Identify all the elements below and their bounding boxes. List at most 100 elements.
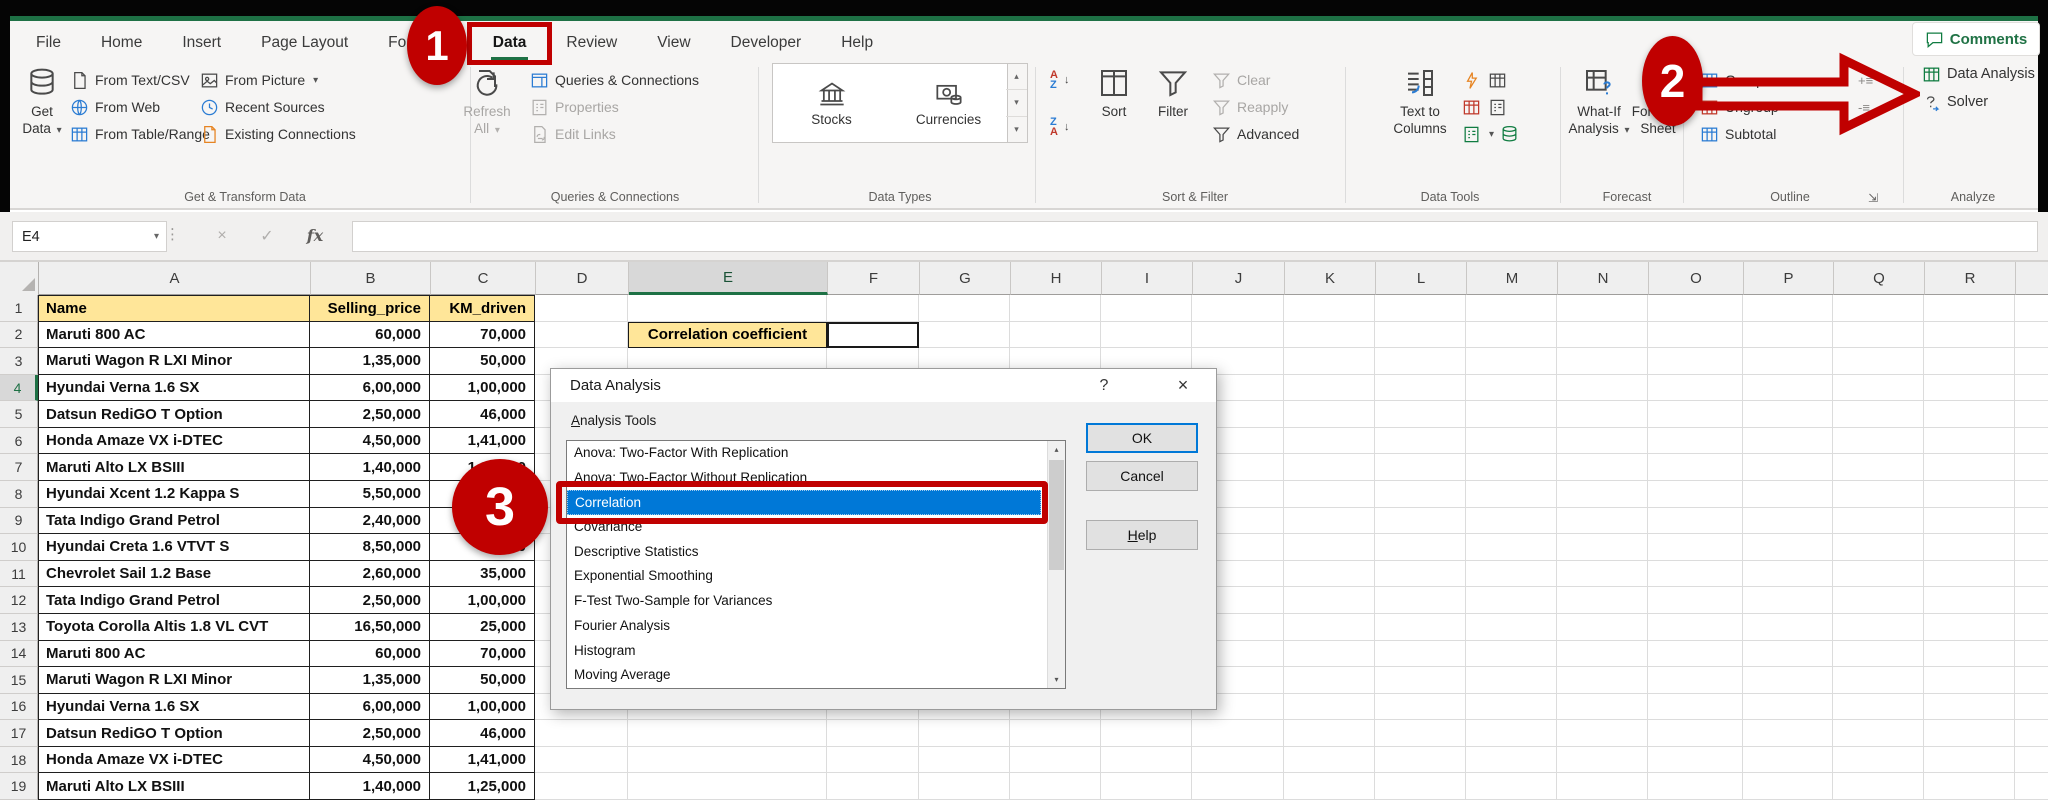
table-cell[interactable]: 70,000: [430, 640, 535, 668]
row-header-11[interactable]: 11: [0, 560, 38, 588]
column-header-C[interactable]: C: [431, 262, 536, 295]
row-header-4[interactable]: 4: [0, 374, 38, 402]
grid-cell[interactable]: [1466, 693, 1557, 721]
table-cell[interactable]: 60,000: [310, 321, 430, 349]
relationships-icon[interactable]: [1488, 96, 1507, 118]
tab-review[interactable]: Review: [546, 21, 637, 65]
sort-ascending-button[interactable]: A Z ↓: [1050, 69, 1069, 91]
grid-cell[interactable]: [1284, 746, 1375, 774]
table-cell[interactable]: 1,41,000: [430, 427, 535, 455]
confirm-entry-icon[interactable]: ✓: [250, 221, 284, 250]
table-cell[interactable]: 70,000: [430, 321, 535, 349]
grid-cell[interactable]: [1101, 720, 1192, 747]
table-cell[interactable]: 35,000: [430, 560, 535, 588]
from-picture-button[interactable]: From Picture ▾: [200, 69, 318, 91]
grid-cell[interactable]: [1743, 587, 1833, 614]
grid-cell[interactable]: [1743, 746, 1833, 774]
grid-cell[interactable]: [2015, 773, 2048, 800]
grid-cell[interactable]: [1743, 348, 1833, 375]
table-cell[interactable]: Hyundai Verna 1.6 SX: [38, 374, 310, 402]
grid-cell[interactable]: [1924, 773, 2015, 800]
analysis-tool-item[interactable]: Anova: Two-Factor With Replication: [567, 441, 1041, 466]
grid-cell[interactable]: [1192, 773, 1284, 800]
row-header-15[interactable]: 15: [0, 667, 38, 694]
tab-help[interactable]: Help: [821, 21, 893, 65]
grid-cell[interactable]: [1375, 348, 1466, 375]
grid-cell[interactable]: [1833, 374, 1924, 402]
grid-cell[interactable]: [1557, 746, 1648, 774]
grid-cell[interactable]: [1557, 348, 1648, 375]
grid-cell[interactable]: [628, 746, 827, 774]
grid-cell[interactable]: [1648, 773, 1743, 800]
table-cell[interactable]: Hyundai Creta 1.6 VTVT S: [38, 534, 310, 561]
grid-cell[interactable]: [1284, 321, 1375, 349]
grid-cell[interactable]: [1924, 613, 2015, 641]
scroll-thumb[interactable]: [1049, 460, 1064, 570]
table-cell[interactable]: 16,50,000: [310, 613, 430, 641]
analysis-tool-item[interactable]: Histogram: [567, 639, 1041, 664]
grid-cell[interactable]: [1648, 454, 1743, 482]
list-scrollbar[interactable]: ▴ ▾: [1047, 441, 1065, 688]
properties-button[interactable]: Properties: [530, 96, 619, 118]
grid-cell[interactable]: [1557, 773, 1648, 800]
grid-cell[interactable]: [1557, 454, 1648, 482]
grid-cell[interactable]: [2015, 427, 2048, 455]
row-header-18[interactable]: 18: [0, 746, 38, 774]
grid-cell[interactable]: [1833, 534, 1924, 561]
table-cell[interactable]: 8,50,000: [310, 534, 430, 561]
table-cell[interactable]: 5,50,000: [310, 481, 430, 508]
table-cell[interactable]: 1,00,000: [430, 693, 535, 721]
grid-cell[interactable]: [628, 773, 827, 800]
grid-cell[interactable]: [1743, 720, 1833, 747]
grid-cell[interactable]: [1557, 560, 1648, 588]
analysis-tool-item[interactable]: Moving Average: [567, 663, 1041, 688]
grid-cell[interactable]: [1924, 374, 2015, 402]
grid-cell[interactable]: [2015, 534, 2048, 561]
grid-cell[interactable]: [1648, 613, 1743, 641]
grid-cell[interactable]: [1743, 613, 1833, 641]
clear-filter-button[interactable]: Clear: [1212, 69, 1270, 91]
sort-descending-button[interactable]: Z A ↓: [1050, 116, 1069, 138]
existing-connections-button[interactable]: Existing Connections: [200, 123, 356, 145]
column-header-partial[interactable]: [2016, 262, 2048, 295]
analysis-tool-item[interactable]: Exponential Smoothing: [567, 564, 1041, 589]
table-header-cell[interactable]: Name: [38, 295, 310, 322]
column-header-L[interactable]: L: [1376, 262, 1467, 295]
grid-cell[interactable]: [1648, 746, 1743, 774]
grid-cell[interactable]: [1284, 587, 1375, 614]
grid-cell[interactable]: [1648, 587, 1743, 614]
tab-file[interactable]: File: [16, 21, 81, 65]
grid-cell[interactable]: [1924, 720, 2015, 747]
grid-cell[interactable]: [1466, 640, 1557, 668]
table-cell[interactable]: 2,50,000: [310, 720, 430, 747]
row-header-5[interactable]: 5: [0, 401, 38, 428]
from-web-button[interactable]: From Web: [70, 96, 160, 118]
grid-cell[interactable]: [1648, 693, 1743, 721]
grid-cell[interactable]: [1924, 534, 2015, 561]
grid-cell[interactable]: [1284, 720, 1375, 747]
table-cell[interactable]: Tata Indigo Grand Petrol: [38, 507, 310, 535]
grid-cell[interactable]: [1648, 321, 1743, 349]
grid-cell[interactable]: [1010, 746, 1101, 774]
grid-cell[interactable]: [2015, 746, 2048, 774]
data-analysis-button[interactable]: Data Analysis: [1922, 63, 2035, 85]
grid-cell[interactable]: [1375, 454, 1466, 482]
grid-cell[interactable]: [1284, 693, 1375, 721]
row-header-3[interactable]: 3: [0, 348, 38, 375]
grid-cell[interactable]: [1924, 321, 2015, 349]
grid-cell[interactable]: [628, 295, 827, 322]
grid-cell[interactable]: [1743, 454, 1833, 482]
column-header-O[interactable]: O: [1649, 262, 1744, 295]
name-box-resize-handle[interactable]: ⋮: [165, 225, 180, 243]
reapply-filter-button[interactable]: Reapply: [1212, 96, 1288, 118]
currencies-button[interactable]: Currencies: [890, 64, 1007, 142]
table-cell[interactable]: Maruti Alto LX BSIII: [38, 773, 310, 800]
row-header-6[interactable]: 6: [0, 427, 38, 455]
grid-cell[interactable]: [1284, 348, 1375, 375]
help-button[interactable]: Help: [1086, 520, 1198, 550]
grid-cell[interactable]: [1375, 667, 1466, 694]
row-header-10[interactable]: 10: [0, 534, 38, 561]
grid-cell[interactable]: [1833, 481, 1924, 508]
grid-cell[interactable]: [1557, 720, 1648, 747]
grid-cell[interactable]: [1743, 560, 1833, 588]
